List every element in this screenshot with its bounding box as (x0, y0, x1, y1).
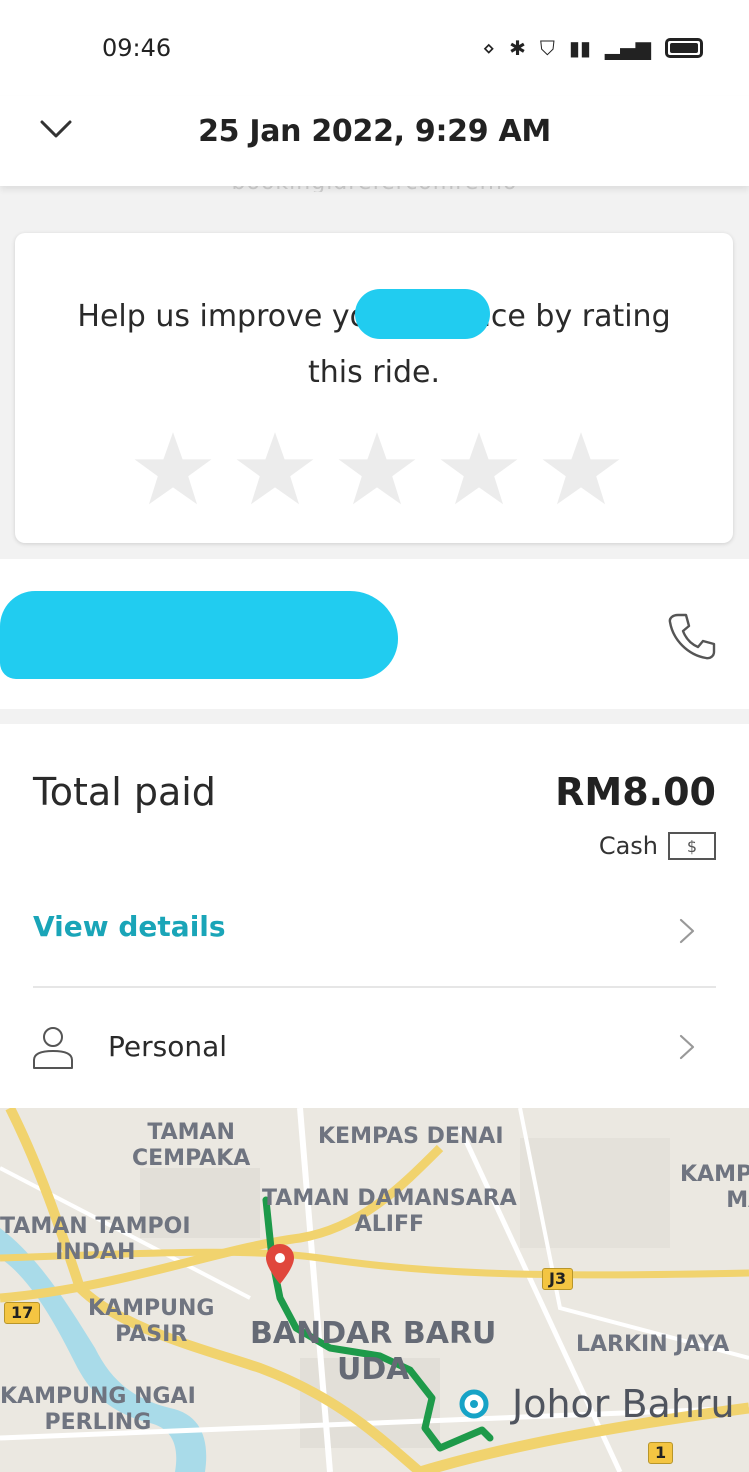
total-paid-label: Total paid (33, 770, 216, 814)
header: 25 Jan 2022, 9:29 AM (0, 96, 749, 186)
battery-icon (665, 38, 703, 58)
status-icons: ⋄ ✱ ⛉ ▮▮ ▂▄▆ (483, 34, 703, 62)
view-details-link[interactable]: View details (33, 910, 226, 943)
map-label-kampung-sungai: KAMPUNG NGAI PERLING (0, 1384, 196, 1435)
page-title: 25 Jan 2022, 9:29 AM (198, 114, 551, 149)
road-badge-1: 1 (648, 1442, 674, 1464)
star-rating (133, 429, 621, 509)
cash-icon: $ (668, 832, 716, 860)
payment-section: Total paid RM8.00 Cash $ View details Pe… (0, 724, 749, 1108)
payment-method-label: Cash (598, 832, 658, 860)
driver-section (0, 559, 749, 709)
status-time: 09:46 (102, 34, 172, 62)
map-label-bandar-baru-uda: BANDAR BARU UDA (250, 1316, 497, 1387)
chevron-right-icon[interactable] (675, 916, 699, 946)
star-icon[interactable] (439, 429, 519, 509)
star-icon[interactable] (235, 429, 315, 509)
divider (33, 986, 716, 988)
map-label-kempas-denai: KEMPAS DENAI (318, 1124, 504, 1149)
rating-card: Help us improve yo xperience by rating t… (15, 233, 733, 543)
payment-method: Cash $ (599, 832, 716, 860)
map-label-kampung-pasir: KAMPUNG PASIR (88, 1296, 215, 1347)
road-badge-j3: J3 (542, 1268, 574, 1290)
redaction-mark (355, 289, 490, 339)
profile-type-label[interactable]: Personal (108, 1030, 227, 1063)
lte-signal-icon: ▂▄▆ (604, 36, 651, 60)
total-amount: RM8.00 (555, 770, 716, 814)
map-label-taman-damansara: TAMAN DAMANSARA ALIFF (262, 1186, 517, 1237)
route-map[interactable]: TAMAN CEMPAKA KEMPAS DENAI TAMAN DAMANSAR… (0, 1108, 749, 1472)
star-icon[interactable] (541, 429, 621, 509)
map-label-city: Johor Bahru (512, 1382, 735, 1426)
star-icon[interactable] (133, 429, 213, 509)
map-label-larkin-jaya: LARKIN JAYA (576, 1332, 730, 1357)
chevron-right-icon[interactable] (675, 1032, 699, 1062)
phone-icon[interactable] (664, 609, 718, 663)
person-icon (33, 1027, 73, 1069)
trip-receipt-screen: 09:46 ⋄ ✱ ⛉ ▮▮ ▂▄▆ 25 Jan 2022, 9:29 AM … (0, 0, 749, 1472)
signal-icon: ▮▮ (568, 36, 591, 60)
star-icon[interactable] (337, 429, 417, 509)
vibrate-icon: ⋄ (482, 36, 496, 60)
vpn-icon: ⛉ (539, 36, 555, 60)
road-badge-17: 17 (4, 1302, 41, 1324)
map-label-taman-cempaka: TAMAN CEMPAKA (132, 1120, 251, 1171)
status-bar: 09:46 ⋄ ✱ ⛉ ▮▮ ▂▄▆ (0, 0, 749, 96)
map-label-kamp-mela: KAMP MELAMAJI (680, 1162, 749, 1213)
map-label-taman-tampoi: TAMAN TAMPOI INDAH (0, 1214, 191, 1265)
bluetooth-icon: ✱ (509, 36, 526, 60)
redaction-mark (0, 591, 398, 679)
